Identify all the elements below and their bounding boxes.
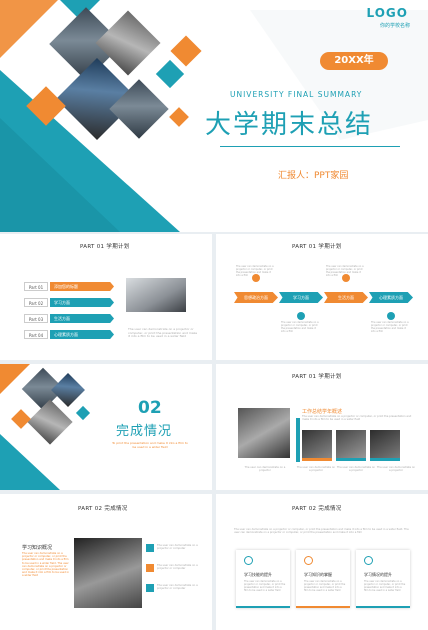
study-card[interactable]: 学习知识的掌握 The user can demonstrate on a pro…: [296, 550, 350, 608]
step-note: The user can demonstrate on a projector …: [371, 321, 409, 333]
slide-work-summary[interactable]: PART 01 学期计划 工作总结学年概述 The user can demon…: [216, 364, 428, 490]
plan-list-label: 心理素质方面: [50, 330, 114, 339]
summary-caption-4: The user can demonstrate on a projector: [376, 466, 416, 472]
plan-list-number: Part 02: [24, 298, 48, 307]
card-text: The user can demonstrate on a projector …: [304, 580, 346, 592]
slide-part-label: PART 01 学期计划: [80, 244, 130, 250]
plan-step[interactable]: 心理素质方面: [369, 292, 413, 303]
summary-photo-3-accent: [370, 458, 400, 461]
template-preview: LOGO 你的学校名称 20XX年 UNIVERSITY FINAL SUMMA…: [0, 0, 428, 630]
slide-study-overview[interactable]: PART 02 完成情况 学习知识概况 The user can demonst…: [0, 494, 212, 630]
plan-list-number: Part 04: [24, 330, 48, 339]
study-body: The user can demonstrate on a projector …: [22, 552, 70, 578]
bullet-text: The user can demonstrate on a projector …: [157, 564, 198, 571]
year-badge: 20XX年: [320, 52, 388, 70]
plan-list-item[interactable]: Part 04 心理素质方面: [24, 330, 114, 339]
summary-photo-main: [238, 408, 290, 458]
section-note: To print the presentation and make it in…: [112, 441, 188, 449]
cover-subtitle-en: UNIVERSITY FINAL SUMMARY: [230, 90, 363, 99]
summary-caption-1: The user can demonstrate on a projector: [244, 466, 286, 472]
summary-photo-2: [336, 430, 366, 458]
slide-part-label: PART 02 完成情况: [292, 506, 342, 512]
card-title: 学习技能的提升: [244, 572, 272, 577]
summary-accent-bar: [296, 418, 300, 462]
summary-heading: 工作总结学年概述: [302, 409, 343, 415]
card-text: The user can demonstrate on a projector …: [364, 580, 406, 592]
laptop-photo: [126, 278, 186, 312]
slide-section-02[interactable]: 02 完成情况 To print the presentation and ma…: [0, 364, 212, 490]
bullet-icon: [146, 584, 154, 592]
logo: LOGO: [366, 6, 408, 20]
cards-intro: The user can demonstrate on a projector …: [234, 528, 409, 535]
section-number: 02: [138, 398, 162, 418]
summary-caption-3: The user can demonstrate on a projector: [336, 466, 376, 472]
cover-reporter: 汇报人：PPT家园: [278, 171, 349, 181]
card-icon: [304, 556, 313, 565]
plan-list-number: Part 03: [24, 314, 48, 323]
summary-note: The user can demonstrate on a projector …: [302, 415, 412, 421]
slide-part-label: PART 02 完成情况: [78, 506, 128, 512]
slide-part-label: PART 01 学期计划: [292, 244, 342, 250]
study-card[interactable]: 学习情况的提升 The user can demonstrate on a pro…: [356, 550, 410, 608]
bullet-icon: [146, 564, 154, 572]
step-icon: [297, 312, 305, 320]
step-icon: [387, 312, 395, 320]
card-icon: [364, 556, 373, 565]
slide-plan-list[interactable]: PART 01 学期计划 Part 01 添加您的标题 Part 02 学习方面 Par…: [0, 234, 212, 360]
plan-list-item[interactable]: Part 03 生活方面: [24, 314, 114, 323]
summary-caption-2: The user can demonstrate on a projector: [296, 466, 336, 472]
step-note: The user can demonstrate on a projector …: [281, 321, 319, 333]
plan-note: The user can demonstrate on a projector …: [128, 327, 198, 339]
bullet-text: The user can demonstrate on a projector …: [157, 584, 198, 591]
summary-photo-2-accent: [336, 458, 366, 461]
summary-photo-1-accent: [302, 458, 332, 461]
slide-study-cards[interactable]: PART 02 完成情况 The user can demonstrate on…: [216, 494, 428, 630]
plan-list-number: Part 01: [24, 282, 48, 291]
plan-step[interactable]: 思想政治方面: [234, 292, 278, 303]
study-heading: 学习知识概况: [22, 545, 53, 551]
plan-step[interactable]: 生活方面: [324, 292, 368, 303]
plan-list-label: 生活方面: [50, 314, 114, 323]
bullet-icon: [146, 544, 154, 552]
study-card[interactable]: 学习技能的提升 The user can demonstrate on a pro…: [236, 550, 290, 608]
card-icon: [244, 556, 253, 565]
cover-title: 大学期末总结: [205, 110, 374, 140]
study-photo: [74, 538, 142, 608]
summary-photo-1: [302, 430, 332, 458]
plan-step[interactable]: 学习方面: [279, 292, 323, 303]
card-title: 学习知识的掌握: [304, 572, 332, 577]
slide-part-label: PART 01 学期计划: [292, 374, 342, 380]
slide-plan-steps[interactable]: PART 01 学期计划 思想政治方面 The user can demonstr…: [216, 234, 428, 360]
section-title: 完成情况: [116, 424, 173, 439]
plan-list-label: 学习方面: [50, 298, 114, 307]
logo-subtitle: 你的学校名称: [379, 23, 410, 29]
plan-list-item[interactable]: Part 01 添加您的标题: [24, 282, 114, 291]
cover-slide[interactable]: LOGO 你的学校名称 20XX年 UNIVERSITY FINAL SUMMA…: [0, 0, 428, 232]
plan-list-item[interactable]: Part 02 学习方面: [24, 298, 114, 307]
card-text: The user can demonstrate on a projector …: [244, 580, 286, 592]
step-note: The user can demonstrate on a projector …: [326, 265, 364, 277]
plan-list-label: 添加您的标题: [50, 282, 114, 291]
summary-photo-3: [370, 430, 400, 458]
cover-divider: [220, 146, 400, 147]
card-title: 学习情况的提升: [364, 572, 392, 577]
step-note: The user can demonstrate on a projector …: [236, 265, 274, 277]
bullet-text: The user can demonstrate on a projector …: [157, 544, 198, 551]
